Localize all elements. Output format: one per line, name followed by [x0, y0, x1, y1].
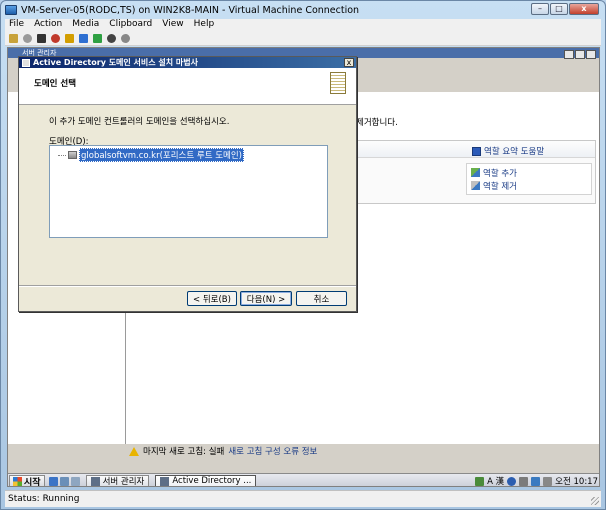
dialog-body: 이 추가 도메인 컨트롤러의 도메인을 선택하십시오. 도메인(D): glob…: [19, 105, 356, 311]
ime-language-label[interactable]: A 漢: [487, 475, 504, 486]
vm-status-text: Status: Running: [8, 494, 80, 504]
tree-connector: [58, 154, 66, 156]
vm-connection-window: VM-Server-05(RODC,TS) on WIN2K8-MAIN - V…: [0, 0, 606, 510]
host-window-title: VM-Server-05(RODC,TS) on WIN2K8-MAIN - V…: [21, 4, 360, 16]
remove-roles-label: 역할 제거: [483, 181, 517, 192]
show-desktop-icon[interactable]: [59, 476, 69, 486]
taskbar-ad-wizard[interactable]: Active Directory ...: [155, 474, 257, 486]
clock[interactable]: 오전 10:17: [555, 475, 598, 486]
add-roles-link[interactable]: 역할 추가: [471, 166, 587, 179]
shutdown-icon[interactable]: [51, 34, 60, 43]
taskbar-server-manager[interactable]: 서버 관리자: [85, 474, 150, 487]
revert-icon[interactable]: [121, 34, 130, 43]
system-tray: A 漢 오전 10:17: [472, 474, 599, 486]
network-tray-icon[interactable]: [531, 476, 541, 486]
reset-icon[interactable]: [93, 34, 102, 43]
volume-tray-icon[interactable]: [543, 476, 553, 486]
ie-icon[interactable]: [48, 476, 58, 486]
last-refresh-text: 마지막 새로 고침: 실패: [143, 447, 225, 457]
tools-tray-icon[interactable]: [519, 476, 529, 486]
server-manager-window-controls: [564, 50, 596, 59]
resize-grip[interactable]: [591, 497, 599, 505]
host-close-button[interactable]: x: [569, 3, 599, 15]
cancel-button[interactable]: 취소: [296, 291, 347, 306]
host-toolbar: [5, 32, 601, 46]
guest-taskbar: 시작 서버 관리자 Active Directory ... A 漢 오전 10…: [8, 473, 599, 487]
start-button[interactable]: 시작: [9, 474, 45, 487]
ime-icon[interactable]: [475, 476, 485, 486]
roles-help-label: 역할 요약 도움말: [484, 147, 545, 157]
host-status-bar: Status: Running: [5, 490, 601, 507]
instruction-text: 이 추가 도메인 컨트롤러의 도메인을 선택하십시오.: [49, 117, 230, 127]
domain-tree[interactable]: globalsoftvm.co.kr(포리스트 루트 도메인): [49, 145, 328, 238]
save-state-icon[interactable]: [65, 34, 74, 43]
back-button[interactable]: < 뒤로(B): [187, 291, 237, 306]
host-title-bar: VM-Server-05(RODC,TS) on WIN2K8-MAIN - V…: [5, 2, 601, 18]
menu-help[interactable]: Help: [194, 19, 215, 32]
menu-media[interactable]: Media: [72, 19, 99, 32]
sm-close-button[interactable]: [586, 50, 596, 59]
sm-minimize-button[interactable]: [564, 50, 574, 59]
remove-role-icon: [471, 181, 480, 190]
add-roles-label: 역할 추가: [483, 168, 517, 179]
help-tray-icon[interactable]: [507, 476, 517, 486]
dialog-title: Active Directory 도메인 서비스 설치 마법사: [33, 58, 199, 67]
guest-screen: 서버 관리자 제거합니다. 역할 요약 도움말 역할 추가 역할 제거 마지막 …: [7, 47, 600, 487]
next-button[interactable]: 다음(N) >: [240, 291, 292, 306]
menu-clipboard[interactable]: Clipboard: [109, 19, 152, 32]
domain-tree-item[interactable]: globalsoftvm.co.kr(포리스트 루트 도메인): [58, 148, 245, 162]
start-icon[interactable]: [23, 34, 32, 43]
pause-icon[interactable]: [79, 34, 88, 43]
menu-action[interactable]: Action: [34, 19, 62, 32]
roles-actions-panel: 역할 추가 역할 제거: [466, 163, 592, 195]
server-manager-quick-icon[interactable]: [70, 476, 80, 486]
ctrl-alt-del-icon[interactable]: [9, 34, 18, 43]
refresh-status-bar: 마지막 새로 고침: 실패 새로 고침 구성 오류 정보: [126, 444, 599, 458]
sm-maximize-button[interactable]: [575, 50, 585, 59]
dialog-title-bar: Active Directory 도메인 서비스 설치 마법사: [19, 57, 356, 68]
roles-description: 제거합니다.: [356, 118, 398, 128]
roles-summary-help-link[interactable]: 역할 요약 도움말: [472, 145, 544, 157]
task-label-server-manager: 서버 관리자: [102, 477, 145, 487]
help-icon: [472, 146, 481, 156]
start-label: 시작: [24, 477, 41, 487]
book-icon: [330, 72, 346, 94]
dialog-header: 도메인 선택: [19, 68, 356, 105]
windows-flag-icon: [13, 476, 22, 486]
quick-launch: [48, 476, 80, 486]
domain-icon: [68, 151, 77, 159]
host-maximize-button[interactable]: □: [550, 3, 568, 15]
task-label-ad-wizard: Active Directory ...: [172, 476, 252, 486]
turn-off-icon[interactable]: [37, 34, 46, 43]
domain-item-label: globalsoftvm.co.kr(포리스트 루트 도메인): [79, 148, 245, 162]
server-manager-task-icon: [90, 476, 100, 486]
dialog-header-title: 도메인 선택: [34, 79, 77, 89]
ad-wizard-task-icon: [160, 476, 170, 486]
remove-roles-link[interactable]: 역할 제거: [471, 179, 587, 192]
dialog-close-button[interactable]: x: [344, 58, 354, 67]
dialog-separator: [19, 285, 356, 287]
host-window-controls: – □ x: [531, 3, 599, 15]
ad-ds-install-wizard-dialog: Active Directory 도메인 서비스 설치 마법사 x 도메인 선택…: [18, 56, 357, 312]
refresh-config-error-link[interactable]: 새로 고침 구성 오류 정보: [228, 445, 317, 457]
snapshot-icon[interactable]: [107, 34, 116, 43]
warning-icon: [129, 446, 139, 456]
host-menu-bar: File Action Media Clipboard View Help: [5, 19, 601, 32]
add-role-icon: [471, 168, 480, 177]
dialog-app-icon: [22, 58, 30, 67]
menu-view[interactable]: View: [162, 19, 183, 32]
menu-file[interactable]: File: [9, 19, 24, 32]
host-minimize-button[interactable]: –: [531, 3, 549, 15]
vm-icon: [5, 5, 17, 15]
